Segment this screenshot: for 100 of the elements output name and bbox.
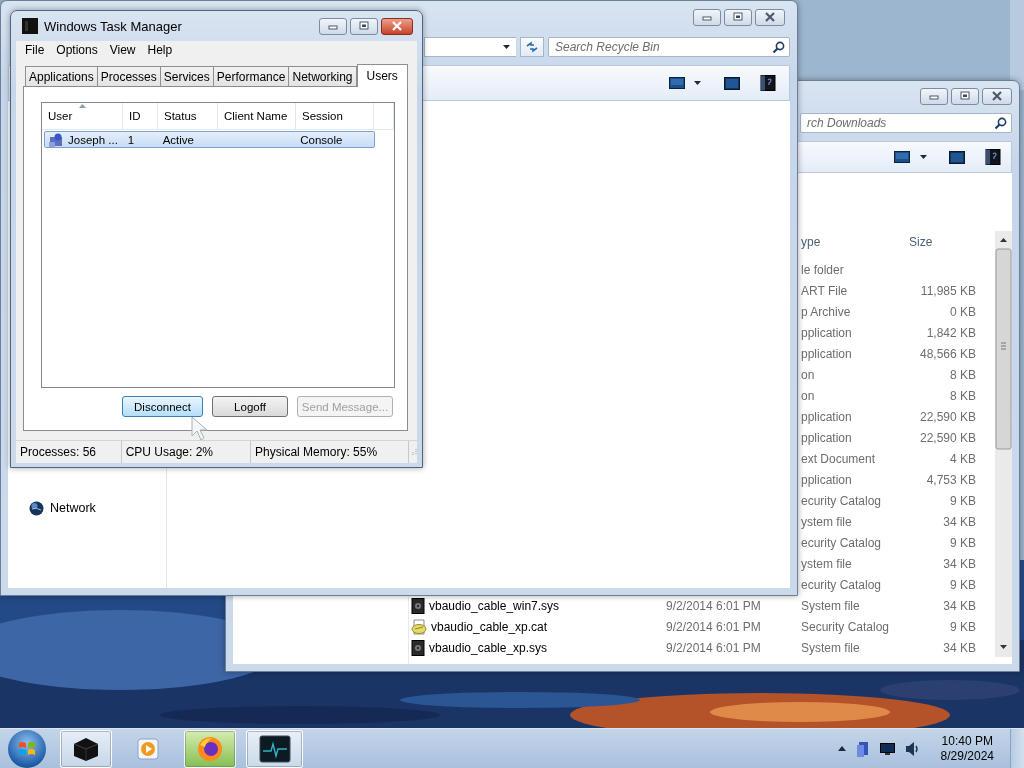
maximize-button[interactable] [350,17,378,35]
status-text: CPU Usage: 2% [125,445,214,459]
file-size: 9 KB [949,535,976,550]
minimize-button[interactable] [920,87,948,105]
scrollbar[interactable] [995,231,1012,657]
minimize-button[interactable] [693,8,721,26]
globe-icon [196,734,224,763]
file-size: 9 KB [949,619,976,634]
address-field[interactable] [424,37,516,57]
maximize-icon [958,91,972,101]
tab[interactable]: Users [356,64,408,87]
file-type: System file [801,598,861,613]
table-cell: Joseph ... [68,133,118,146]
file-type: pplication [801,409,853,424]
file-size: 0 KB [949,304,976,319]
tab[interactable]: Applications [25,66,98,86]
action-button[interactable]: Logoff [212,396,288,417]
file-type: pplication [801,472,853,487]
file-size: 22,590 KB [918,430,976,445]
certificate-icon [411,618,427,635]
close-button[interactable] [982,87,1012,105]
file-type: ecurity Catalog [801,577,883,592]
file-type: p Archive [801,304,852,319]
caret-icon[interactable] [694,81,701,85]
tab[interactable]: Services [159,66,214,86]
file-type: ext Document [801,451,877,466]
refresh-button[interactable] [520,37,544,57]
gear-file-icon [411,597,425,614]
column-header[interactable]: ID [123,103,158,129]
taskbar-button[interactable] [246,729,303,768]
file-size: 22,590 KB [918,409,976,424]
tab[interactable]: Performance [212,66,290,86]
file-type: pplication [801,346,853,361]
search-field[interactable]: rch Downloads [800,113,1012,133]
tab[interactable]: Processes [96,66,161,86]
pane-icon [724,76,740,90]
nav-item[interactable]: Network [50,501,96,515]
file-size: 4,753 KB [925,472,976,487]
resize-grip-icon [409,448,417,456]
table-cell-text: 1 [126,133,136,146]
file-name[interactable]: vbaudio_cable_win7.sys [429,598,560,613]
file-size: 34 KB [942,514,976,529]
caret-icon[interactable] [837,746,846,751]
taskbar-button[interactable] [60,729,112,768]
caret-icon[interactable] [920,155,927,159]
file-size: 8 KB [949,367,976,382]
pulse-monitor-icon [258,734,291,763]
file-size: 48,566 KB [918,346,976,361]
taskbar-button[interactable] [184,729,236,768]
file-name[interactable]: vbaudio_cable_xp.sys [429,640,548,655]
date-modified: 9/2/2014 6:01 PM [666,598,762,613]
column-header[interactable]: ype [801,235,906,249]
close-icon [990,91,1004,101]
column-header[interactable]: User [42,103,123,129]
page-icon[interactable] [855,740,870,757]
file-size: 34 KB [942,640,976,655]
file-type: pplication [801,430,853,445]
close-icon [390,21,404,31]
column-header[interactable]: Session [296,103,374,129]
file-type: ecurity Catalog [801,535,883,550]
maximize-icon [357,21,371,31]
table-row[interactable]: Joseph ... 1 Active Console [44,131,375,148]
search-icon [994,117,1007,130]
menu-item[interactable]: Help [147,43,173,57]
action-button: Send Message... [297,396,393,417]
menu-item[interactable]: Options [56,43,98,57]
speaker-icon[interactable] [904,740,919,757]
menu-item[interactable]: File [25,43,45,57]
file-type: Security Catalog [801,619,891,634]
maximize-button[interactable] [724,8,752,26]
help-icon [760,75,776,91]
file-size: 34 KB [942,556,976,571]
file-name[interactable]: vbaudio_cable_xp.cat [431,619,548,634]
file-size: 34 KB [942,598,976,613]
file-size: 9 KB [949,493,976,508]
pane-icon [949,150,965,164]
file-type: on [801,388,816,403]
search-field[interactable]: Search Recycle Bin [548,37,790,57]
minimize-button[interactable] [319,17,347,35]
menu-item[interactable]: View [109,43,136,57]
maximize-button[interactable] [951,87,979,105]
sort-arrow-icon [79,104,86,108]
tab[interactable]: Networking [288,66,357,86]
app-icon [22,18,38,34]
file-type: le folder [801,262,845,277]
column-header[interactable]: Client Name [218,103,296,129]
column-header[interactable]: Status [158,103,218,129]
clock-button[interactable]: 10:40 PM 8/29/2024 [934,733,1000,764]
close-button[interactable] [381,17,413,35]
close-button[interactable] [755,8,785,26]
column-header[interactable]: Size [906,235,976,249]
start-button[interactable] [8,729,46,768]
monitor-icon[interactable] [879,742,895,755]
play-icon [136,736,160,761]
file-size: 11,985 KB [919,283,976,298]
action-button[interactable]: Disconnect [122,396,203,417]
maximize-icon [731,12,745,22]
file-type: on [801,367,816,382]
close-icon [763,12,777,22]
file-type: ystem file [801,556,853,571]
